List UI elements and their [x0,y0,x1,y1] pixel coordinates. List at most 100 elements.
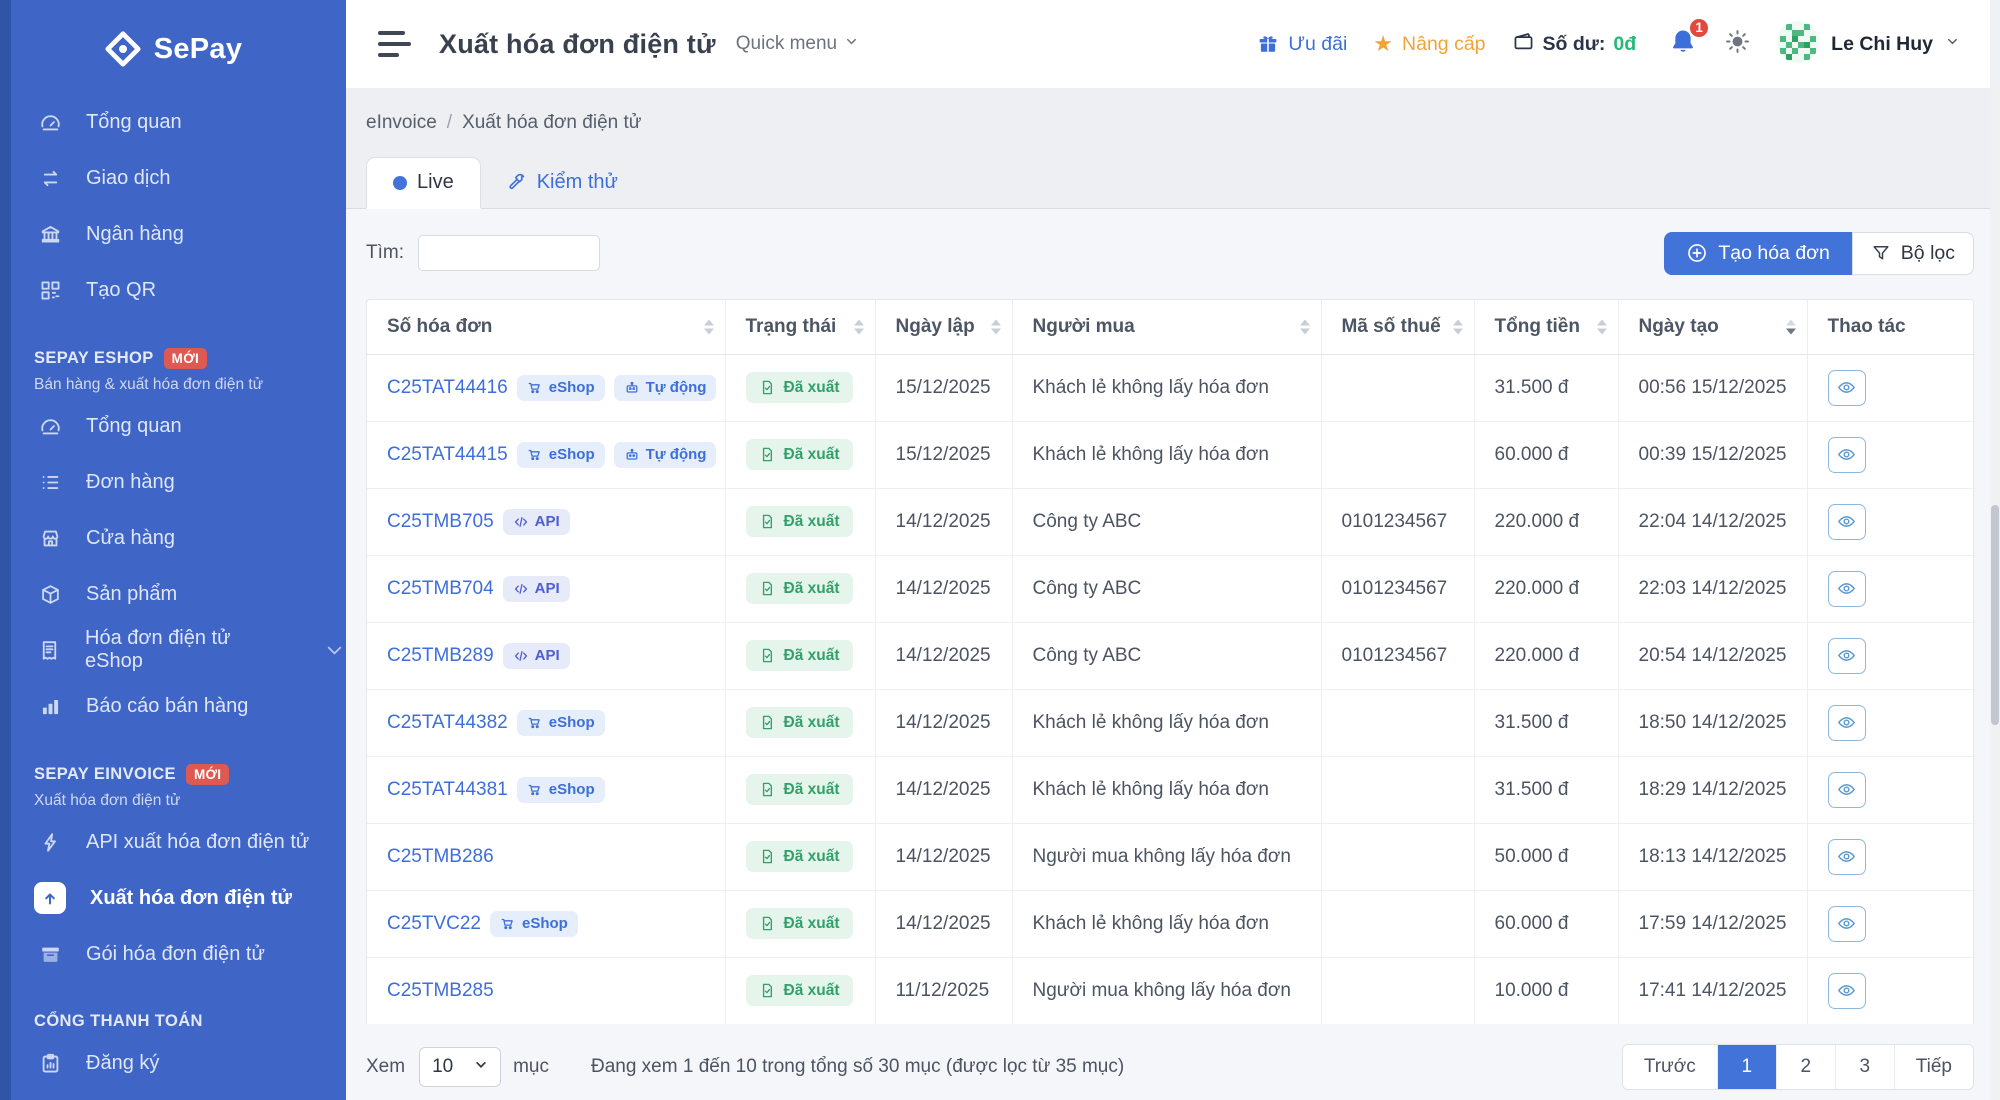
buyer-cell: Khách lẻ không lấy hóa đơn [1012,756,1321,823]
list-icon [38,470,62,494]
sort-up-caret [1786,319,1796,325]
view-invoice-button[interactable] [1828,705,1866,741]
sidebar-item-label: Xuất hóa đơn điện tử [90,887,292,910]
total-cell: 60.000 đ [1474,421,1618,488]
page-size-select[interactable]: 10 [419,1047,501,1087]
balance[interactable]: Số dư: 0đ [1512,30,1637,59]
gift-icon [1257,33,1279,55]
column-header-nguoi-mua[interactable]: Người mua [1012,300,1321,354]
invoice-code-link[interactable]: C25TMB704 [387,578,494,600]
status-label: Đã xuất [784,849,840,865]
badge-label: eShop [549,782,595,797]
invoice-code-link[interactable]: C25TMB285 [387,980,494,1002]
pagination-page-1[interactable]: 1 [1717,1045,1776,1089]
sidebar-item-cua-hang[interactable]: Cửa hàng [0,510,346,566]
sidebar-item-san-pham[interactable]: Sản phẩm [0,566,346,622]
toolbar-buttons: Tạo hóa đơn Bộ lọc [1664,232,1974,275]
badge-label: eShop [549,447,595,462]
invoice-number-cell: C25TMB289 API [367,622,725,689]
avatar [1777,21,1819,68]
notification-badge: 1 [1688,17,1710,39]
create-invoice-button[interactable]: Tạo hóa đơn [1664,232,1851,275]
scrollbar-thumb[interactable] [1991,505,1999,725]
tab-test[interactable]: Kiểm thử [481,156,644,208]
invoice-code-link[interactable]: C25TAT44382 [387,712,508,734]
status-label: Đã xuất [784,581,840,597]
sidebar-item-tong-quan[interactable]: Tổng quan [0,94,346,150]
promo-link[interactable]: Ưu đãi [1257,33,1347,56]
invoice-code-link[interactable]: C25TAT44416 [387,377,508,399]
brand[interactable]: SePay [0,0,346,72]
search-input[interactable] [418,235,600,271]
total-cell: 50.000 đ [1474,823,1618,890]
invoice-code-link[interactable]: C25TMB289 [387,645,494,667]
view-invoice-button[interactable] [1828,772,1866,808]
pagination-page-2[interactable]: 2 [1776,1045,1835,1089]
invoice-code-link[interactable]: C25TMB705 [387,511,494,533]
quick-menu-button[interactable]: Quick menu [736,33,859,55]
column-header-ngay-tao[interactable]: Ngày tạo [1618,300,1807,354]
status-cell: Đã xuất [725,689,875,756]
status-cell: Đã xuất [725,555,875,622]
filter-icon [1871,243,1891,263]
sidebar-item-tong-quan[interactable]: Tổng quan [0,398,346,454]
doc-check-icon [759,580,776,597]
sidebar-item-hoa-on-ien-tu-eshop[interactable]: Hóa đơn điện tử eShop [0,622,346,678]
invoice-code-link[interactable]: C25TAT44415 [387,444,508,466]
view-invoice-button[interactable] [1828,906,1866,942]
pagination-next[interactable]: Tiếp [1894,1045,1973,1089]
sidebar-item-tao-qr[interactable]: Tạo QR [0,262,346,318]
breadcrumb: eInvoice / Xuất hóa đơn điện tử [346,88,2000,134]
issue-date-cell: 11/12/2025 [875,957,1012,1024]
view-invoice-button[interactable] [1828,370,1866,406]
page-size-unit: mục [513,1056,549,1078]
created-at-cell: 00:56 15/12/2025 [1618,354,1807,421]
view-invoice-button[interactable] [1828,437,1866,473]
buyer-cell: Khách lẻ không lấy hóa đơn [1012,354,1321,421]
pagination-page-3[interactable]: 3 [1835,1045,1894,1089]
invoice-code-link[interactable]: C25TVC22 [387,913,481,935]
column-header-so-hoa-on[interactable]: Số hóa đơn [367,300,725,354]
column-header-ngay-lap[interactable]: Ngày lập [875,300,1012,354]
breadcrumb-root[interactable]: eInvoice [366,112,437,134]
table-row: C25TMB289APIĐã xuất14/12/2025Công ty ABC… [367,622,1975,689]
sidebar-item-xuat-hoa-on-ien-tu[interactable]: Xuất hóa đơn điện tử [0,870,346,926]
invoice-code-link[interactable]: C25TAT44381 [387,779,508,801]
sidebar-item-api-xuat-hoa-on-ien-tu[interactable]: API xuất hóa đơn điện tử [0,814,346,870]
sidebar-item-goi-hoa-on-ien-tu[interactable]: Gói hóa đơn điện tử [0,926,346,982]
column-header-tong-tien[interactable]: Tổng tiền [1474,300,1618,354]
theme-toggle-button[interactable] [1724,28,1751,60]
user-menu[interactable]: Le Chi Huy [1777,21,1960,68]
hamburger-menu-icon[interactable] [376,27,413,61]
created-at-cell: 18:29 14/12/2025 [1618,756,1807,823]
status-badge: Đã xuất [746,841,853,872]
sidebar-item-on-hang[interactable]: Đơn hàng [0,454,346,510]
view-invoice-button[interactable] [1828,973,1866,1009]
sidebar-item-ang-ky[interactable]: Đăng ký [0,1035,346,1091]
view-invoice-button[interactable] [1828,571,1866,607]
actions-cell [1807,555,1975,622]
view-invoice-button[interactable] [1828,638,1866,674]
tax-code-cell: 0101234567 [1321,622,1474,689]
tab-live[interactable]: Live [366,157,481,209]
store-icon [38,526,62,550]
notifications-button[interactable]: 1 [1668,27,1698,62]
column-header-trang-thai[interactable]: Trạng thái [725,300,875,354]
filter-button[interactable]: Bộ lọc [1852,232,1974,275]
badge-api: API [503,643,570,669]
sidebar-item-ngan-hang[interactable]: Ngân hàng [0,206,346,262]
view-invoice-button[interactable] [1828,504,1866,540]
column-header-ma-so-thue[interactable]: Mã số thuế [1321,300,1474,354]
sidebar-item-giao-dich[interactable]: Giao dịch [0,150,346,206]
upgrade-link[interactable]: ★ Nâng cấp [1373,33,1485,56]
invoice-code-link[interactable]: C25TMB286 [387,846,494,868]
scrollbar[interactable] [1990,0,2000,1100]
sidebar-item-bao-cao-ban-hang[interactable]: Báo cáo bán hàng [0,678,346,734]
sidebar-item-label: Cửa hàng [86,527,175,550]
actions-cell [1807,622,1975,689]
view-invoice-button[interactable] [1828,839,1866,875]
pagination-prev[interactable]: Trước [1623,1045,1717,1089]
created-at-cell: 22:04 14/12/2025 [1618,488,1807,555]
chevron-down-icon [844,33,859,55]
invoice-code-wrap: C25TMB286 [387,846,713,868]
